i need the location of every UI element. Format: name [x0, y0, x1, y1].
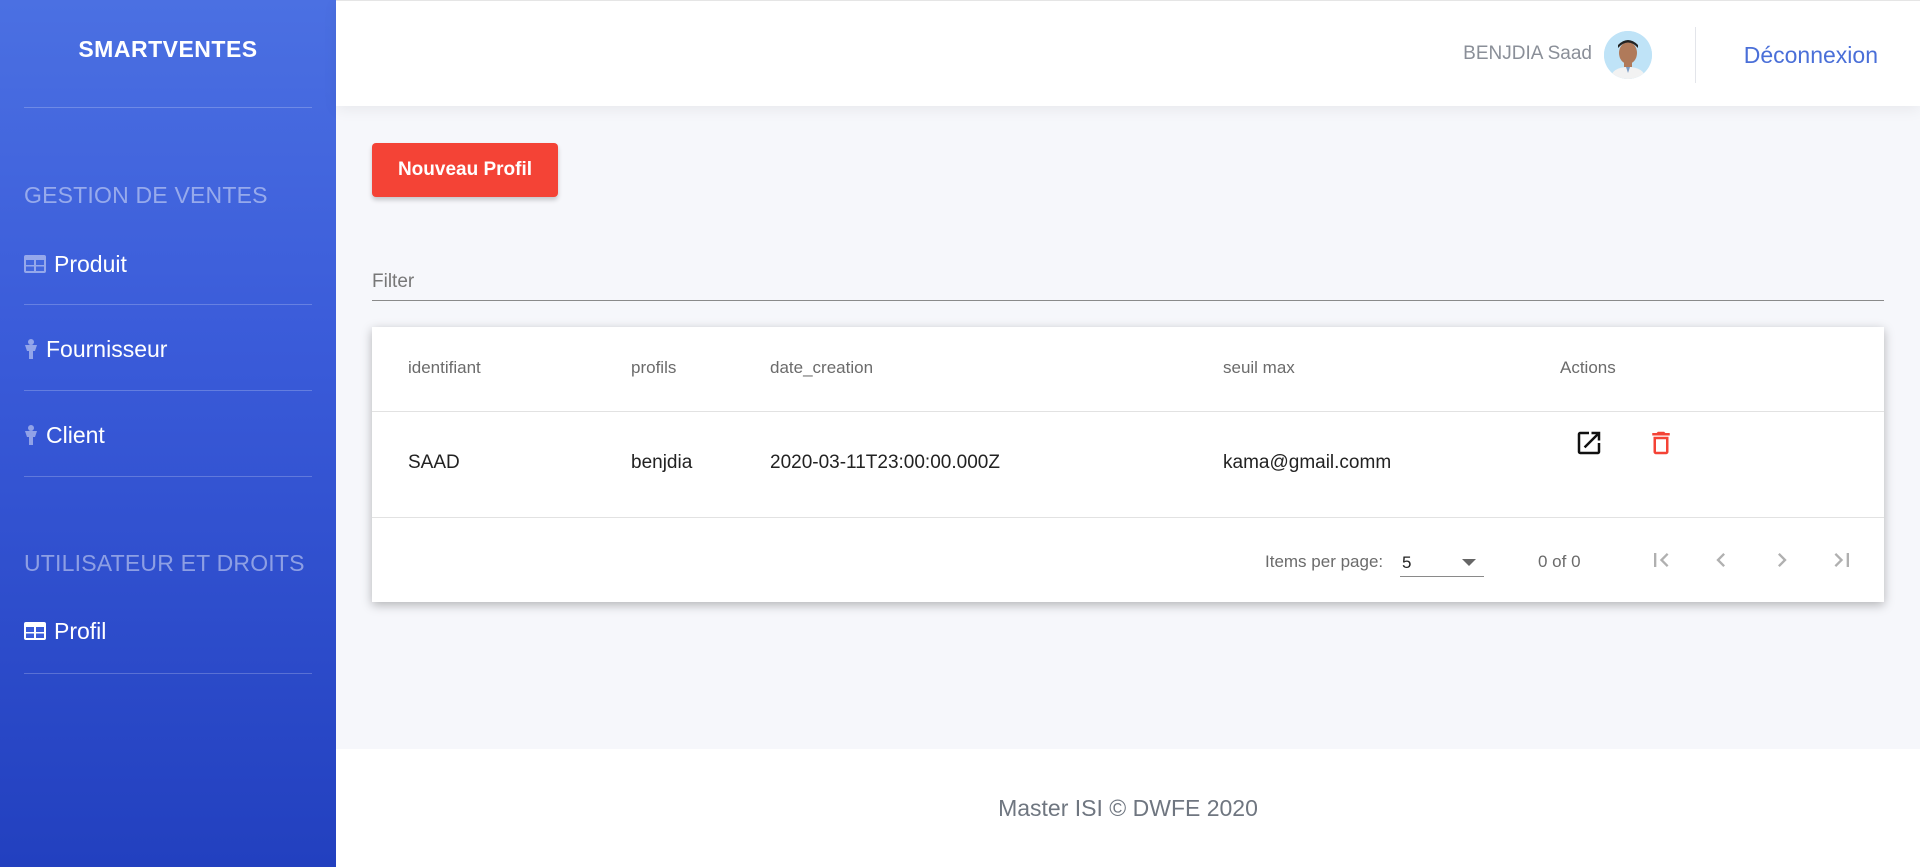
open-in-new-icon: [1574, 428, 1604, 463]
logout-link[interactable]: Déconnexion: [1744, 42, 1878, 69]
page-size-select[interactable]: 5: [1400, 545, 1484, 577]
section-title-utilisateur: UTILISATEUR ET DROITS: [24, 550, 305, 576]
sidebar-item-fournisseur[interactable]: Fournisseur: [24, 329, 312, 369]
user-name: BENJDIA Saad: [1463, 43, 1592, 64]
column-header-profils[interactable]: profils: [631, 358, 676, 378]
delete-button[interactable]: [1641, 425, 1681, 465]
brand-logo[interactable]: SMARTVENTES: [0, 36, 336, 63]
sidebar: SMARTVENTES GESTION DE VENTES Produit Fo…: [0, 0, 336, 867]
cell-profils: benjdia: [631, 452, 693, 473]
sidebar-divider: [24, 304, 312, 305]
next-page-button[interactable]: [1762, 542, 1802, 582]
sidebar-item-label: Profil: [54, 617, 107, 644]
sidebar-divider: [24, 476, 312, 477]
open-button[interactable]: [1569, 425, 1609, 465]
items-per-page-label: Items per page:: [1265, 552, 1384, 571]
profiles-table-card: identifiant profils date_creation seuil …: [372, 327, 1884, 602]
avatar[interactable]: [1604, 31, 1652, 79]
sidebar-item-profil[interactable]: Profil: [24, 611, 312, 651]
cell-identifiant: SAAD: [408, 452, 460, 473]
column-header-identifiant[interactable]: identifiant: [408, 358, 481, 378]
column-header-actions: Actions: [1560, 358, 1616, 377]
last-page-icon: [1828, 546, 1856, 579]
chevron-left-icon: [1707, 546, 1735, 579]
footer: Master ISI © DWFE 2020: [336, 749, 1920, 867]
cell-seuil-max: kama@gmail.comm: [1223, 452, 1392, 473]
delete-icon: [1646, 428, 1676, 463]
top-header: BENJDIA Saad Déconnexion: [336, 0, 1920, 106]
sidebar-item-produit[interactable]: Produit: [24, 244, 312, 284]
new-profile-button[interactable]: Nouveau Profil: [372, 143, 558, 197]
section-title-gestion: GESTION DE VENTES: [24, 182, 268, 208]
filter-input[interactable]: [372, 264, 1884, 300]
table-icon: [24, 255, 46, 273]
chevron-down-icon: [1462, 559, 1476, 566]
first-page-button[interactable]: [1641, 542, 1681, 582]
page-range-label: 0 of 0: [1538, 552, 1581, 571]
sidebar-item-label: Fournisseur: [46, 335, 168, 362]
row-divider: [372, 411, 1884, 412]
person-icon: [24, 425, 38, 445]
filter-field: [372, 264, 1884, 301]
sidebar-item-client[interactable]: Client: [24, 415, 312, 455]
footer-text: Master ISI © DWFE 2020: [998, 795, 1258, 821]
sidebar-divider: [24, 390, 312, 391]
row-divider: [372, 517, 1884, 518]
cell-date-creation: 2020-03-11T23:00:00.000Z: [770, 452, 1000, 473]
chevron-right-icon: [1768, 546, 1796, 579]
previous-page-button[interactable]: [1701, 542, 1741, 582]
sidebar-divider: [24, 673, 312, 674]
sidebar-item-label: Produit: [54, 250, 127, 277]
person-icon: [24, 339, 38, 359]
table-icon: [24, 622, 46, 640]
column-header-seuil-max[interactable]: seuil max: [1223, 358, 1295, 378]
column-header-date-creation[interactable]: date_creation: [770, 358, 873, 378]
sidebar-item-label: Client: [46, 421, 105, 448]
page-size-value: 5: [1402, 553, 1412, 572]
sidebar-divider: [24, 107, 312, 108]
last-page-button[interactable]: [1822, 542, 1862, 582]
header-divider: [1695, 27, 1696, 83]
first-page-icon: [1647, 546, 1675, 579]
